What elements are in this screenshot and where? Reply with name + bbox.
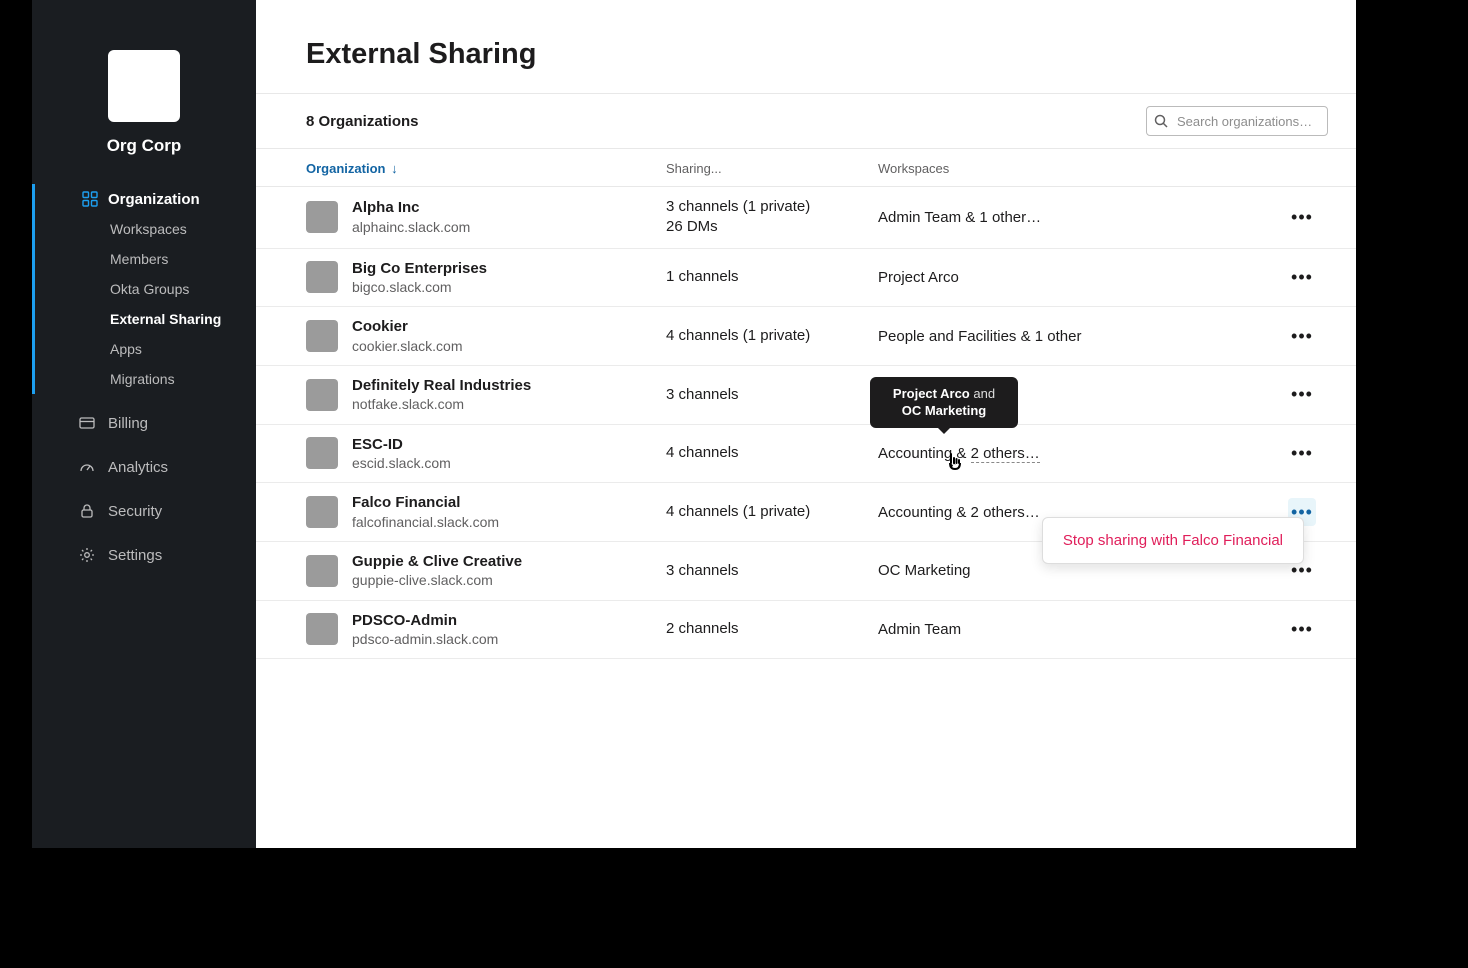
sort-arrow-icon: ↓ [391, 161, 398, 176]
toolbar: 8 Organizations [256, 93, 1356, 149]
workspaces-cell: Accounting & 2 others… [878, 445, 1288, 462]
nav-billing[interactable]: Billing [32, 408, 256, 438]
org-title: Guppie & Clive Creative [352, 552, 522, 572]
nav-apps[interactable]: Apps [32, 334, 256, 364]
org-title: Definitely Real Industries [352, 376, 531, 396]
more-button[interactable]: ••• [1288, 381, 1316, 409]
sharing-cell: 3 channels [666, 561, 878, 581]
nav-security[interactable]: Security [32, 496, 256, 526]
nav-members[interactable]: Members [32, 244, 256, 274]
nav-external-sharing[interactable]: External Sharing [32, 304, 256, 334]
sharing-cell: 4 channels [666, 443, 878, 463]
org-avatar [306, 437, 338, 469]
nav-migrations[interactable]: Migrations [32, 364, 256, 394]
workspaces-cell: Project Arco [878, 269, 1288, 286]
organization-rows: Alpha Inc alphainc.slack.com 3 channels … [256, 187, 1356, 659]
search-wrap [1146, 106, 1328, 136]
sharing-cell: 4 channels (1 private) [666, 502, 878, 522]
gear-icon [78, 546, 96, 564]
table-row: Definitely Real Industries notfake.slack… [256, 366, 1356, 425]
gauge-icon [78, 458, 96, 476]
lock-icon [78, 502, 96, 520]
org-title: ESC-ID [352, 435, 451, 455]
main-content: External Sharing 8 Organizations Organiz… [256, 0, 1356, 848]
org-avatar [306, 261, 338, 293]
org-avatar [306, 496, 338, 528]
org-domain: falcofinancial.slack.com [352, 513, 499, 531]
workspaces-cell: OC Marketing [878, 562, 1288, 579]
org-title: Big Co Enterprises [352, 259, 487, 279]
table-header: Organization ↓ Sharing... Workspaces [256, 149, 1356, 187]
org-name: Org Corp [32, 136, 256, 156]
org-domain: guppie-clive.slack.com [352, 571, 522, 589]
column-workspaces[interactable]: Workspaces [878, 161, 1288, 176]
nav-analytics[interactable]: Analytics [32, 452, 256, 482]
org-domain: alphainc.slack.com [352, 218, 470, 236]
column-actions [1288, 161, 1328, 176]
org-domain: notfake.slack.com [352, 395, 531, 413]
stop-sharing-menu-item[interactable]: Stop sharing with Falco Financial [1043, 526, 1303, 555]
more-button[interactable]: ••• [1288, 263, 1316, 291]
grid-icon [81, 190, 99, 208]
search-input[interactable] [1146, 106, 1328, 136]
org-title: Falco Financial [352, 493, 499, 513]
search-icon [1154, 114, 1168, 128]
more-button[interactable]: ••• [1288, 615, 1316, 643]
column-sharing[interactable]: Sharing... [666, 161, 878, 176]
nav-organization[interactable]: Organization [32, 184, 256, 214]
sidebar: Org Corp Organization Workspaces Members… [32, 0, 256, 848]
workspaces-tooltip: Project Arco and OC Marketing [870, 377, 1018, 428]
workspaces-others-link[interactable]: 2 others… [971, 445, 1040, 463]
workspaces-cell: People and Facilities & 1 other [878, 328, 1288, 345]
org-domain: pdsco-admin.slack.com [352, 630, 498, 648]
sharing-cell: 3 channels (1 private) 26 DMs [666, 197, 878, 238]
sharing-cell: 4 channels (1 private) [666, 326, 878, 346]
nav-label: Organization [108, 191, 200, 208]
nav-workspaces[interactable]: Workspaces [32, 214, 256, 244]
column-organization[interactable]: Organization ↓ [306, 161, 666, 176]
org-logo [108, 50, 180, 122]
table-row: Falco Financial falcofinancial.slack.com… [256, 483, 1356, 542]
nav-settings[interactable]: Settings [32, 540, 256, 570]
page-title: External Sharing [256, 0, 1356, 93]
app-window: Org Corp Organization Workspaces Members… [32, 0, 1356, 848]
row-context-menu: Stop sharing with Falco Financial [1042, 517, 1304, 564]
more-button[interactable]: ••• [1288, 439, 1316, 467]
org-title: Cookier [352, 317, 462, 337]
card-icon [78, 414, 96, 432]
sharing-cell: 2 channels [666, 619, 878, 639]
org-avatar [306, 613, 338, 645]
table-row: Alpha Inc alphainc.slack.com 3 channels … [256, 187, 1356, 249]
table-row: ESC-ID escid.slack.com 4 channels Accoun… [256, 425, 1356, 484]
more-button[interactable]: ••• [1288, 203, 1316, 231]
sharing-cell: 1 channels [666, 267, 878, 287]
nav-group-organization: Organization Workspaces Members Okta Gro… [32, 184, 256, 394]
table-row: PDSCO-Admin pdsco-admin.slack.com 2 chan… [256, 601, 1356, 660]
table-row: Big Co Enterprises bigco.slack.com 1 cha… [256, 249, 1356, 308]
org-domain: bigco.slack.com [352, 278, 487, 296]
workspaces-cell: Admin Team & 1 other… [878, 209, 1288, 226]
org-domain: cookier.slack.com [352, 337, 462, 355]
org-title: PDSCO-Admin [352, 611, 498, 631]
more-button[interactable]: ••• [1288, 322, 1316, 350]
org-avatar [306, 555, 338, 587]
organization-count: 8 Organizations [306, 113, 419, 130]
org-domain: escid.slack.com [352, 454, 451, 472]
org-avatar [306, 201, 338, 233]
nav-okta-groups[interactable]: Okta Groups [32, 274, 256, 304]
org-avatar [306, 379, 338, 411]
org-avatar [306, 320, 338, 352]
org-title: Alpha Inc [352, 198, 470, 218]
sharing-cell: 3 channels [666, 385, 878, 405]
table-row: Cookier cookier.slack.com 4 channels (1 … [256, 307, 1356, 366]
workspaces-cell: Admin Team [878, 621, 1288, 638]
